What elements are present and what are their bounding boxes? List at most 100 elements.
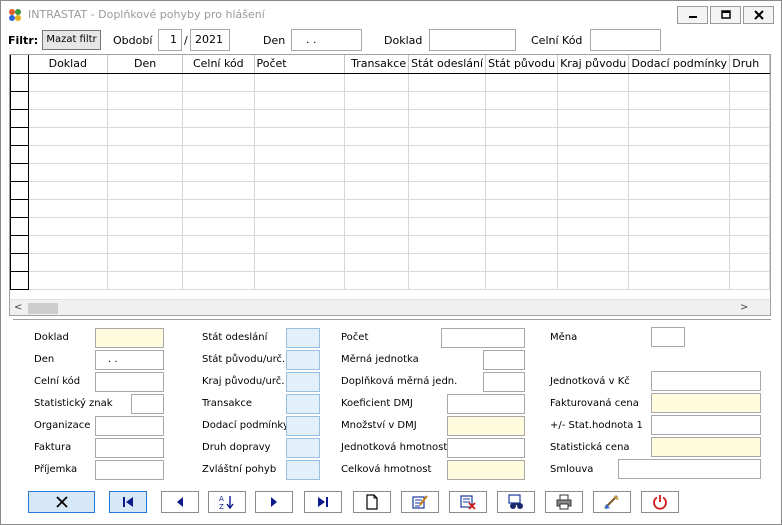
table-cell[interactable] (485, 253, 559, 272)
table-cell[interactable] (408, 91, 487, 110)
table-cell[interactable] (107, 235, 184, 254)
table-cell[interactable] (107, 145, 184, 164)
table-cell[interactable] (557, 199, 630, 218)
scroll-left-icon[interactable]: < (14, 302, 22, 313)
table-cell[interactable] (182, 235, 255, 254)
table-row[interactable] (10, 199, 770, 218)
first-record-button[interactable] (109, 491, 147, 513)
table-cell[interactable] (344, 181, 410, 200)
table-cell[interactable] (254, 181, 346, 200)
period-year-input[interactable]: 2021 (190, 29, 230, 51)
records-grid[interactable]: Doklad Den Celní kód Počet Transakce Stá… (9, 54, 771, 316)
table-cell[interactable] (557, 271, 630, 290)
next-button[interactable] (255, 491, 293, 513)
mnozstvi-field[interactable] (447, 416, 525, 436)
faktura-field[interactable] (95, 438, 164, 458)
column-header[interactable]: Kraj původu (557, 55, 630, 74)
table-row[interactable] (10, 181, 770, 200)
table-row[interactable] (10, 253, 770, 272)
table-cell[interactable] (628, 253, 731, 272)
table-cell[interactable] (557, 91, 630, 110)
table-cell[interactable] (344, 109, 410, 128)
table-cell[interactable] (182, 91, 255, 110)
row-header[interactable] (10, 91, 29, 110)
scroll-right-icon[interactable]: > (740, 302, 748, 313)
transakce-field[interactable] (286, 394, 320, 414)
table-cell[interactable] (344, 163, 410, 182)
table-cell[interactable] (107, 253, 184, 272)
table-cell[interactable] (557, 253, 630, 272)
table-cell[interactable] (557, 127, 630, 146)
row-header[interactable] (10, 127, 29, 146)
column-header[interactable]: Stát původu (485, 55, 559, 74)
doc-input[interactable] (429, 29, 516, 51)
table-cell[interactable] (557, 109, 630, 128)
table-cell[interactable] (344, 217, 410, 236)
table-cell[interactable] (408, 253, 487, 272)
column-header[interactable]: Stát odeslání (408, 55, 487, 74)
organizace-field[interactable] (95, 416, 164, 436)
table-cell[interactable] (628, 217, 731, 236)
table-cell[interactable] (28, 91, 109, 110)
table-cell[interactable] (254, 127, 346, 146)
row-header[interactable] (10, 163, 29, 182)
table-cell[interactable] (628, 181, 731, 200)
period-month-input[interactable]: 1 (158, 29, 182, 51)
table-cell[interactable] (408, 181, 487, 200)
celni-kod-field[interactable] (95, 372, 164, 392)
row-header[interactable] (10, 181, 29, 200)
settings-button[interactable] (593, 491, 631, 513)
column-header[interactable]: Počet (254, 55, 346, 74)
table-cell[interactable] (28, 109, 109, 128)
table-cell[interactable] (485, 199, 559, 218)
row-header[interactable] (10, 253, 29, 272)
last-record-button[interactable] (304, 491, 342, 513)
table-cell[interactable] (408, 145, 487, 164)
stat-puvodu-field[interactable] (286, 350, 320, 370)
table-cell[interactable] (344, 127, 410, 146)
row-header[interactable] (10, 217, 29, 236)
table-cell[interactable] (254, 109, 346, 128)
day-input[interactable]: . . (291, 29, 362, 51)
column-header[interactable]: Den (107, 55, 184, 74)
table-cell[interactable] (485, 217, 559, 236)
den-field[interactable]: . . (95, 350, 164, 370)
edit-record-button[interactable] (401, 491, 439, 513)
table-cell[interactable] (254, 163, 346, 182)
table-cell[interactable] (107, 199, 184, 218)
print-button[interactable] (545, 491, 583, 513)
scroll-thumb[interactable] (28, 303, 58, 314)
table-cell[interactable] (729, 91, 770, 110)
delete-record-button[interactable] (449, 491, 487, 513)
table-cell[interactable] (254, 91, 346, 110)
table-cell[interactable] (182, 73, 255, 92)
column-header[interactable]: Celní kód (182, 55, 255, 74)
table-cell[interactable] (182, 181, 255, 200)
table-cell[interactable] (628, 235, 731, 254)
sort-button[interactable]: A Z (208, 491, 246, 513)
table-cell[interactable] (557, 145, 630, 164)
table-cell[interactable] (182, 271, 255, 290)
table-cell[interactable] (628, 145, 731, 164)
table-row[interactable] (10, 235, 770, 254)
table-cell[interactable] (254, 73, 346, 92)
horizontal-scrollbar[interactable]: < > (10, 299, 770, 315)
table-cell[interactable] (628, 271, 731, 290)
table-cell[interactable] (729, 199, 770, 218)
druh-dopravy-field[interactable] (286, 438, 320, 458)
doplnkova-field[interactable] (483, 372, 525, 392)
celk-hmotnost-field[interactable] (447, 460, 525, 480)
table-cell[interactable] (628, 127, 731, 146)
previous-button[interactable] (161, 491, 199, 513)
prijemka-field[interactable] (95, 460, 164, 480)
table-cell[interactable] (628, 163, 731, 182)
table-cell[interactable] (182, 127, 255, 146)
table-cell[interactable] (408, 199, 487, 218)
row-header[interactable] (10, 199, 29, 218)
table-cell[interactable] (28, 181, 109, 200)
table-cell[interactable] (182, 217, 255, 236)
jedn-kc-field[interactable] (651, 371, 761, 391)
pocet-field[interactable] (441, 328, 525, 348)
column-header[interactable]: Transakce (344, 55, 410, 74)
table-cell[interactable] (729, 145, 770, 164)
